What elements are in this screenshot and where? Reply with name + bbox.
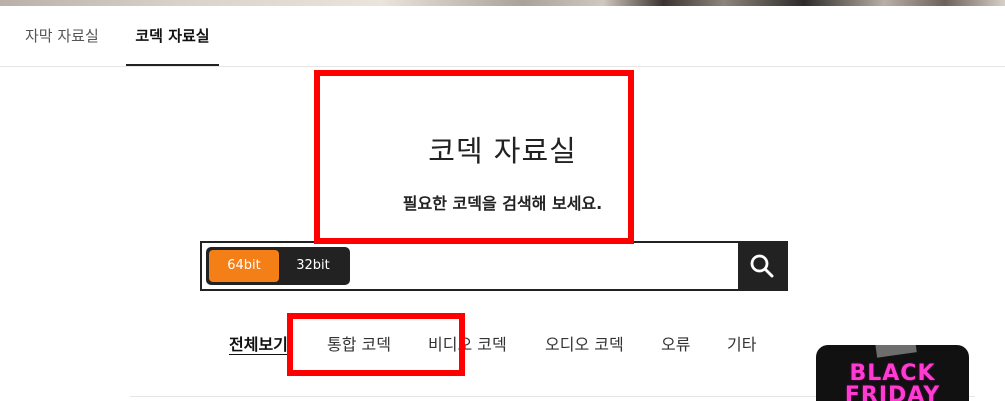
category-audio-codec[interactable]: 오디오 코덱: [545, 331, 624, 355]
page-title: 코덱 자료실: [428, 134, 577, 168]
black-friday-banner[interactable]: BLACK FRIDAY: [816, 345, 969, 401]
category-video-codec[interactable]: 비디오 코덱: [428, 331, 507, 355]
tab-bar: 자막 자료실 코덱 자료실: [0, 6, 1005, 67]
page-subtitle: 필요한 코덱을 검색해 보세요.: [402, 194, 603, 213]
search-bar: 64bit 32bit: [200, 241, 788, 291]
tab-codecs[interactable]: 코덱 자료실: [126, 6, 219, 66]
bit-toggle-group: 64bit 32bit: [206, 247, 350, 285]
category-etc[interactable]: 기타: [727, 331, 756, 355]
bit-64-button[interactable]: 64bit: [209, 250, 279, 282]
tape-decoration: [875, 345, 917, 358]
category-error[interactable]: 오류: [661, 331, 690, 355]
category-integrated-codec[interactable]: 통합 코덱: [327, 331, 391, 355]
search-button[interactable]: [738, 243, 786, 289]
search-input[interactable]: [358, 247, 738, 285]
category-all[interactable]: 전체보기: [229, 331, 288, 355]
search-icon: [750, 254, 774, 278]
tab-subtitles[interactable]: 자막 자료실: [25, 6, 99, 66]
bit-32-button[interactable]: 32bit: [278, 250, 348, 282]
promo-text: BLACK FRIDAY: [844, 361, 941, 401]
